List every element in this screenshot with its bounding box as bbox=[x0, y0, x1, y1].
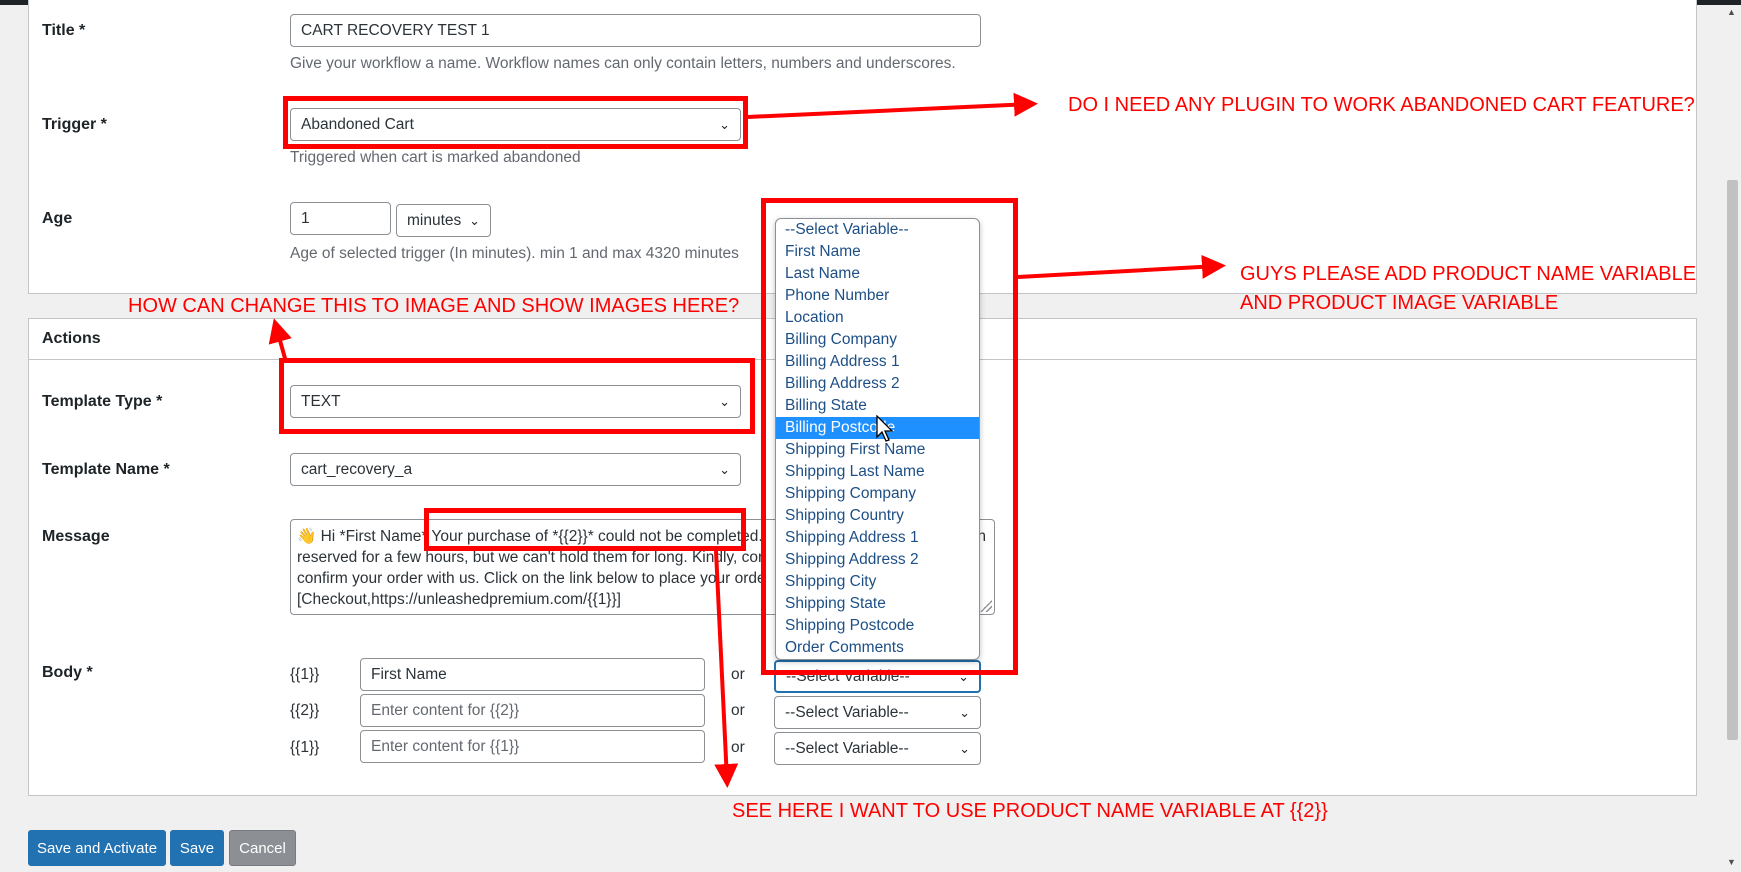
body-variable-select-2[interactable]: --Select Variable-- ⌄ bbox=[774, 696, 981, 729]
scroll-thumb[interactable] bbox=[1727, 180, 1738, 740]
scroll-down-arrow-icon[interactable]: ▼ bbox=[1727, 857, 1736, 867]
save-button[interactable]: Save bbox=[170, 830, 224, 866]
body-variable-value-3: --Select Variable-- bbox=[785, 739, 909, 757]
actions-heading: Actions bbox=[42, 330, 101, 347]
or-label-2: or bbox=[731, 702, 745, 719]
body-content-placeholder-3: Enter content for {{1}} bbox=[371, 737, 520, 755]
chevron-down-icon: ⌄ bbox=[719, 461, 730, 477]
annotation-add-variable-line1: GUYS PLEASE ADD PRODUCT NAME VARIABLE bbox=[1240, 263, 1697, 285]
save-and-activate-button[interactable]: Save and Activate bbox=[28, 830, 166, 866]
template-name-select[interactable]: cart_recovery_a ⌄ bbox=[290, 453, 741, 486]
chevron-down-icon: ⌄ bbox=[959, 704, 970, 720]
body-variable-value-2: --Select Variable-- bbox=[785, 703, 909, 721]
annotation-box-message-var bbox=[424, 508, 746, 551]
title-input[interactable]: CART RECOVERY TEST 1 bbox=[290, 14, 981, 47]
title-hint: Give your workflow a name. Workflow name… bbox=[290, 55, 956, 72]
cancel-button[interactable]: Cancel bbox=[229, 830, 296, 866]
annotation-box-dropdown bbox=[761, 198, 1018, 675]
message-label: Message bbox=[42, 528, 110, 545]
vertical-scrollbar[interactable]: ▲ ▼ bbox=[1724, 5, 1741, 872]
body-content-input-3[interactable]: Enter content for {{1}} bbox=[360, 730, 705, 763]
body-label: Body * bbox=[42, 664, 93, 681]
annotation-add-variable-line2: AND PRODUCT IMAGE VARIABLE bbox=[1240, 292, 1559, 314]
or-label-1: or bbox=[731, 666, 745, 683]
title-label: Title * bbox=[42, 22, 86, 39]
annotation-image-question: HOW CAN CHANGE THIS TO IMAGE AND SHOW IM… bbox=[128, 295, 740, 317]
trigger-label: Trigger * bbox=[42, 116, 107, 133]
age-input[interactable]: 1 bbox=[290, 202, 391, 235]
age-unit-value: minutes bbox=[407, 211, 462, 229]
template-name-label: Template Name * bbox=[42, 461, 170, 478]
body-var-1: {{1}} bbox=[290, 666, 320, 683]
body-content-input-1[interactable]: First Name bbox=[360, 658, 705, 691]
scroll-up-arrow-icon[interactable]: ▲ bbox=[1727, 7, 1736, 17]
template-name-value: cart_recovery_a bbox=[301, 460, 413, 478]
chevron-down-icon: ⌄ bbox=[469, 212, 480, 228]
body-variable-select-3[interactable]: --Select Variable-- ⌄ bbox=[774, 732, 981, 765]
age-label: Age bbox=[42, 210, 73, 227]
chevron-down-icon: ⌄ bbox=[959, 740, 970, 756]
trigger-hint: Triggered when cart is marked abandoned bbox=[290, 149, 581, 166]
annotation-plugin-question: DO I NEED ANY PLUGIN TO WORK ABANDONED C… bbox=[1068, 94, 1695, 116]
body-var-3: {{1}} bbox=[290, 739, 320, 756]
template-type-label: Template Type * bbox=[42, 393, 163, 410]
body-content-input-2[interactable]: Enter content for {{2}} bbox=[360, 694, 705, 727]
annotation-product-name-note: SEE HERE I WANT TO USE PRODUCT NAME VARI… bbox=[732, 800, 1328, 822]
body-content-value-1: First Name bbox=[371, 665, 447, 683]
body-var-2: {{2}} bbox=[290, 702, 320, 719]
or-label-3: or bbox=[731, 739, 745, 756]
annotation-box-template-type bbox=[279, 358, 755, 434]
age-hint: Age of selected trigger (In minutes). mi… bbox=[290, 245, 739, 262]
body-content-placeholder-2: Enter content for {{2}} bbox=[371, 701, 520, 719]
annotation-box-trigger bbox=[283, 96, 748, 149]
age-unit-select[interactable]: minutes ⌄ bbox=[396, 204, 491, 237]
